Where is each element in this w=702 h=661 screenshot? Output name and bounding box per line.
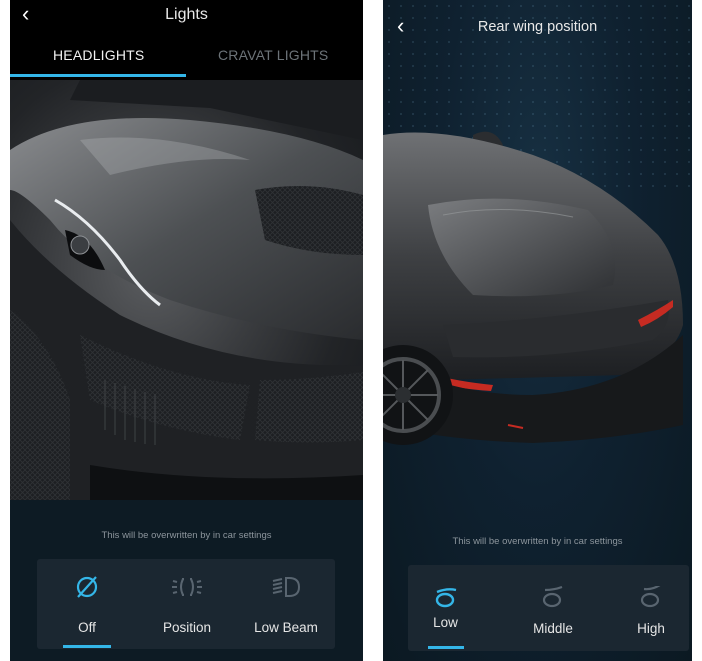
option-low[interactable]: Low: [408, 565, 483, 651]
car-front-image: [10, 80, 363, 500]
option-low-label: Low: [433, 615, 458, 630]
option-middle[interactable]: Middle: [503, 565, 603, 651]
option-middle-label: Middle: [533, 621, 573, 636]
option-position-label: Position: [162, 620, 212, 635]
option-high-label: High: [637, 621, 665, 636]
position-lights-icon: [137, 573, 237, 601]
car-rear-image: [383, 95, 692, 485]
option-off-label: Off: [78, 620, 96, 635]
override-note: This will be overwritten by in car setti…: [452, 536, 623, 547]
option-position[interactable]: Position: [137, 559, 237, 649]
wing-position-selector: Low Middle High: [408, 565, 689, 651]
tab-cravat-lights[interactable]: CRAVAT LIGHTS: [218, 47, 328, 63]
selected-indicator: [63, 645, 111, 648]
wing-high-icon: [613, 583, 689, 611]
page-title: Lights: [165, 6, 208, 23]
lights-off-icon: [37, 573, 137, 601]
override-note: This will be overwritten by in car setti…: [101, 530, 272, 541]
active-tab-indicator: [10, 74, 186, 77]
option-high[interactable]: High: [613, 565, 689, 651]
rear-wing-screen: ‹ Rear wing position This will be overwr…: [383, 0, 692, 661]
tab-headlights[interactable]: HEADLIGHTS: [53, 47, 144, 63]
selected-indicator: [428, 646, 464, 649]
headlight-mode-selector: Off Position Low Beam: [37, 559, 335, 649]
wing-low-icon: [408, 583, 483, 611]
option-off[interactable]: Off: [37, 559, 137, 649]
option-low-beam[interactable]: Low Beam: [237, 559, 335, 649]
page-title: Rear wing position: [477, 19, 598, 35]
lights-screen: ‹ Lights HEADLIGHTS CRAVAT LIGHTS This w…: [10, 0, 363, 661]
header: ‹ Lights HEADLIGHTS CRAVAT LIGHTS: [10, 0, 363, 80]
wing-middle-icon: [503, 583, 603, 611]
low-beam-icon: [237, 573, 335, 601]
option-low-beam-label: Low Beam: [254, 620, 318, 635]
